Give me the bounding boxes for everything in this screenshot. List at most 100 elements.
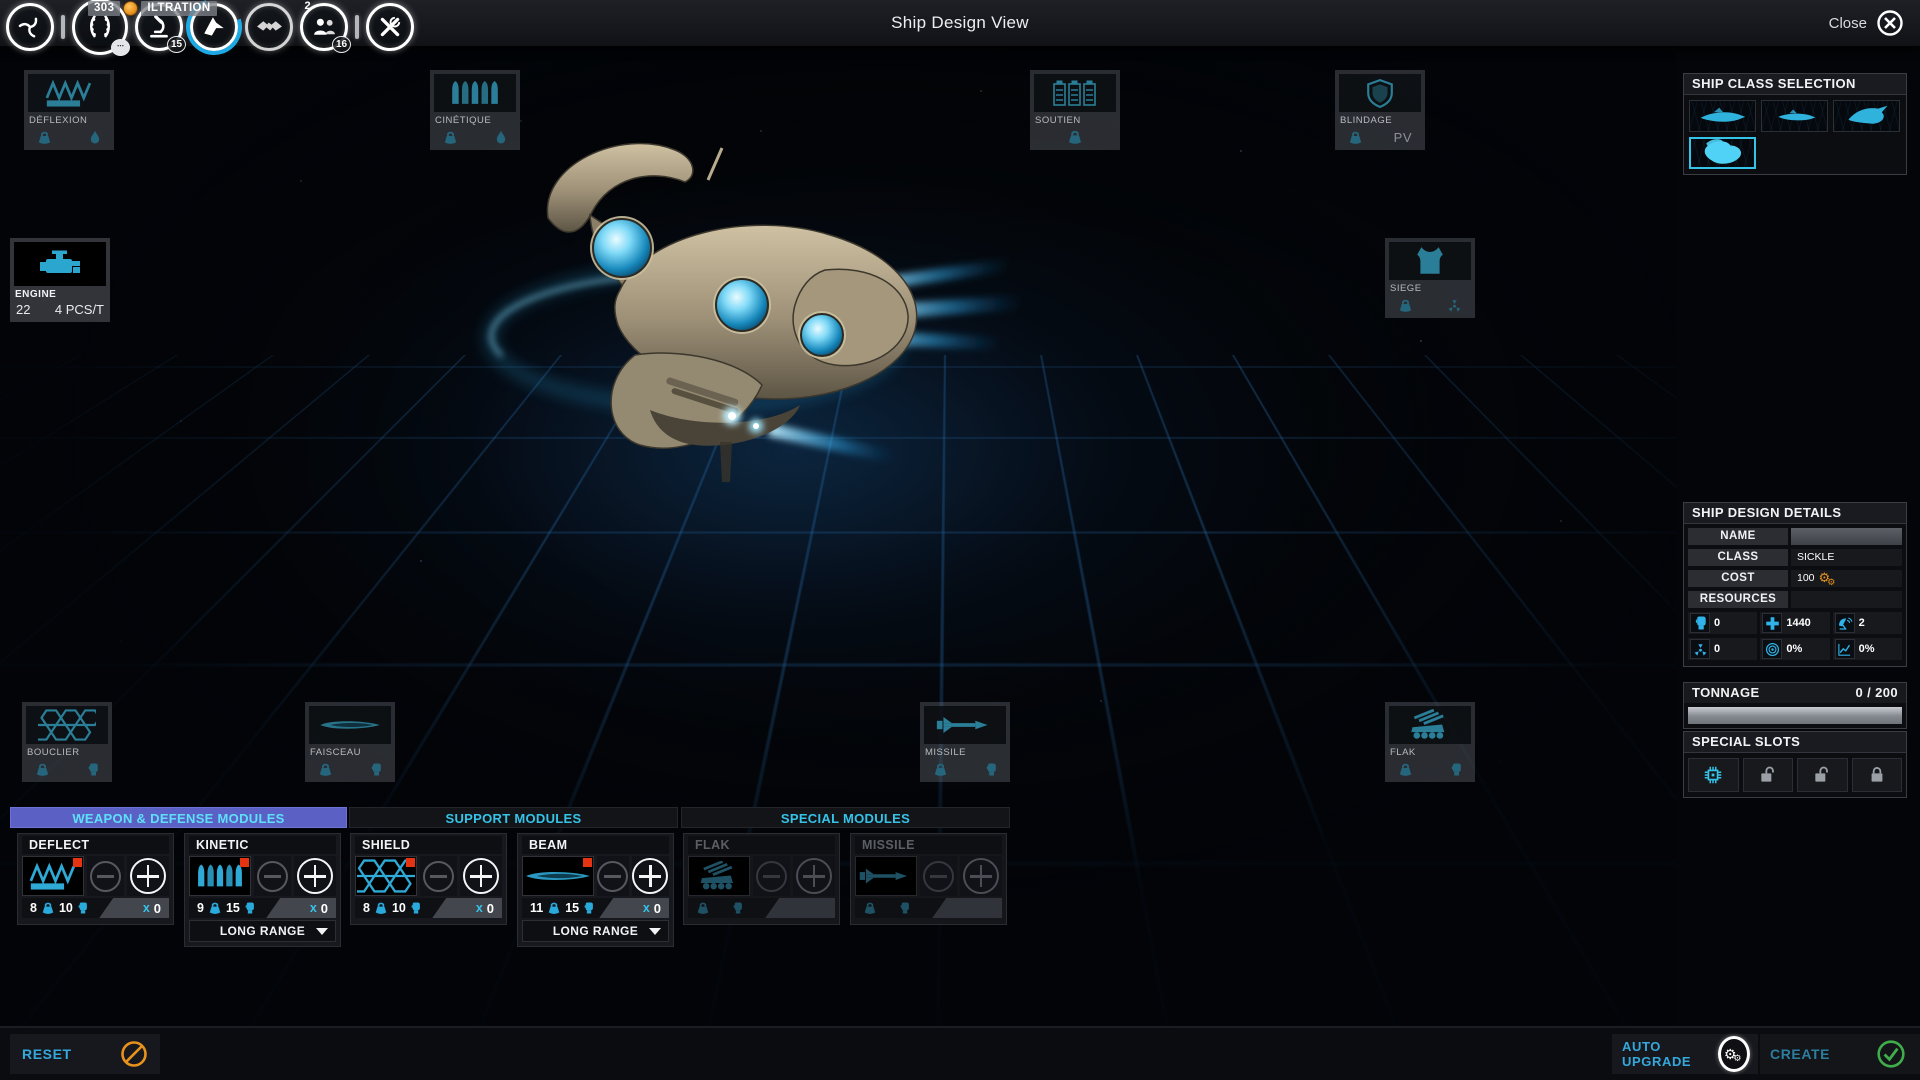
tools-icon[interactable]: [366, 3, 414, 51]
module-count: x 0: [266, 898, 336, 918]
ship-class-option-4-selected[interactable]: [1689, 137, 1756, 169]
ship-class-option-2[interactable]: [1761, 100, 1828, 132]
special-slot-unlocked-1[interactable]: [1743, 758, 1794, 792]
hull-slot-deflexion[interactable]: DÉFLEXION: [24, 70, 114, 150]
special-slot-chip[interactable]: [1688, 758, 1739, 792]
diplomacy-icon[interactable]: [245, 3, 293, 51]
hull-slot-blindage[interactable]: BLINDAGE PV: [1335, 70, 1425, 150]
module-title: SHIELD: [355, 836, 502, 854]
cost-label: COST: [1688, 570, 1788, 587]
add-module-button[interactable]: [460, 856, 502, 896]
range-dropdown[interactable]: LONG RANGE: [522, 920, 669, 942]
remove-module-button[interactable]: [254, 856, 290, 896]
auto-upgrade-label: AUTO UPGRADE: [1622, 1039, 1718, 1069]
engine-icon: [14, 242, 106, 286]
create-check-icon: [1876, 1039, 1906, 1069]
ship-class-option-3[interactable]: [1833, 100, 1900, 132]
remove-module-button: [753, 856, 789, 896]
close-icon[interactable]: [1876, 9, 1904, 37]
remove-module-button[interactable]: [87, 856, 123, 896]
deflection-icon: [28, 74, 110, 112]
beam-module-icon[interactable]: [522, 856, 594, 896]
counter-value: 303: [88, 1, 120, 16]
module-count: x 0: [432, 898, 502, 918]
create-button[interactable]: CREATE: [1760, 1034, 1920, 1074]
hull-slot-engine[interactable]: ENGINE 22 4 PCS/T: [10, 238, 110, 322]
ship-3d-view[interactable]: [470, 120, 1030, 495]
victory-badge: ⋯: [111, 39, 130, 56]
shield-hex-icon: [26, 706, 108, 744]
weight-icon: [35, 762, 50, 777]
fist-icon: [1690, 613, 1710, 633]
siege-vest-icon: [1389, 242, 1471, 280]
shield-module-icon[interactable]: [355, 856, 417, 896]
close-label: Close: [1829, 15, 1867, 32]
galaxy-icon[interactable]: [6, 3, 54, 51]
name-input[interactable]: [1791, 528, 1902, 545]
range-dropdown[interactable]: LONG RANGE: [189, 920, 336, 942]
hull-slot-flak[interactable]: FLAK: [1385, 702, 1475, 782]
tab-special-modules[interactable]: SPECIAL MODULES: [681, 807, 1010, 828]
add-module-button[interactable]: [127, 856, 169, 896]
armor-shield-icon: [1339, 74, 1421, 112]
hull-slot-soutien[interactable]: SOUTIEN: [1030, 70, 1120, 150]
hull-slot-siege[interactable]: SIEGE: [1385, 238, 1475, 318]
tab-weapon-defense-modules[interactable]: WEAPON & DEFENSE MODULES: [10, 807, 347, 828]
special-slot-unlocked-2[interactable]: [1797, 758, 1848, 792]
slot-label: CINÉTIQUE: [435, 115, 515, 126]
remove-module-button: [920, 856, 956, 896]
hull-slot-bouclier[interactable]: BOUCLIER: [22, 702, 112, 782]
empire-icon[interactable]: 2 16: [300, 3, 348, 51]
slot-label: BOUCLIER: [27, 747, 107, 758]
resource-counter: 303 ILTRATION: [88, 1, 217, 16]
fist-icon: [1450, 762, 1462, 777]
new-indicator: [73, 858, 82, 867]
add-module-button[interactable]: [294, 856, 336, 896]
auto-upgrade-button[interactable]: AUTO UPGRADE ⚙⚙: [1612, 1034, 1758, 1074]
hull-slot-faisceau[interactable]: FAISCEAU: [305, 702, 395, 782]
ship-class-header: SHIP CLASS SELECTION: [1684, 74, 1906, 95]
ship-model: [470, 120, 1030, 490]
fist-icon: [370, 762, 382, 777]
industry-gears-icon: ⚙⚙: [1819, 571, 1839, 584]
new-indicator: [406, 858, 415, 867]
fist-icon: [77, 901, 88, 915]
chart-icon: [1835, 639, 1855, 659]
tonnage-label: TONNAGE: [1692, 683, 1760, 703]
deflect-module-icon[interactable]: [22, 856, 84, 896]
reset-button[interactable]: RESET: [10, 1034, 160, 1074]
fist-icon: [583, 901, 594, 915]
dust-drop-icon: [495, 130, 507, 145]
module-title: DEFLECT: [22, 836, 169, 854]
weight-icon: [1067, 129, 1083, 145]
ship-class-option-1[interactable]: [1689, 100, 1756, 132]
add-module-button: [793, 856, 835, 896]
resource-speed: 0: [1688, 638, 1757, 660]
module-count: x 0: [599, 898, 669, 918]
class-label: CLASS: [1688, 549, 1788, 566]
nav-separator: [61, 15, 65, 39]
module-title: BEAM: [522, 836, 669, 854]
module-card-kinetic: KINETIC 9 15 x 0 LONG RANGE: [184, 833, 341, 947]
tab-support-modules[interactable]: SUPPORT MODULES: [349, 807, 678, 828]
module-title: KINETIC: [189, 836, 336, 854]
hull-slot-cinetique[interactable]: CINÉTIQUE: [430, 70, 520, 150]
resource-health: 1440: [1760, 612, 1829, 634]
hull-slot-missile[interactable]: MISSILE: [920, 702, 1010, 782]
slot-label: SOUTIEN: [1035, 115, 1115, 126]
module-stats: 8 10 x 0: [355, 898, 502, 918]
missile-icon: [924, 706, 1006, 744]
power-value: 10: [392, 901, 406, 915]
close-button[interactable]: Close: [1829, 0, 1904, 46]
power-value: 15: [565, 901, 579, 915]
kinetic-module-icon[interactable]: [189, 856, 251, 896]
fist-icon: [244, 901, 255, 915]
module-card-missile-disabled: MISSILE: [850, 833, 1007, 925]
flak-icon: [1389, 706, 1471, 744]
remove-module-button[interactable]: [597, 856, 629, 896]
special-slots-panel: SPECIAL SLOTS: [1683, 731, 1907, 798]
add-module-button[interactable]: [632, 856, 669, 896]
nav-separator: [355, 15, 359, 39]
remove-module-button[interactable]: [420, 856, 456, 896]
engine-count: 22: [16, 302, 30, 317]
